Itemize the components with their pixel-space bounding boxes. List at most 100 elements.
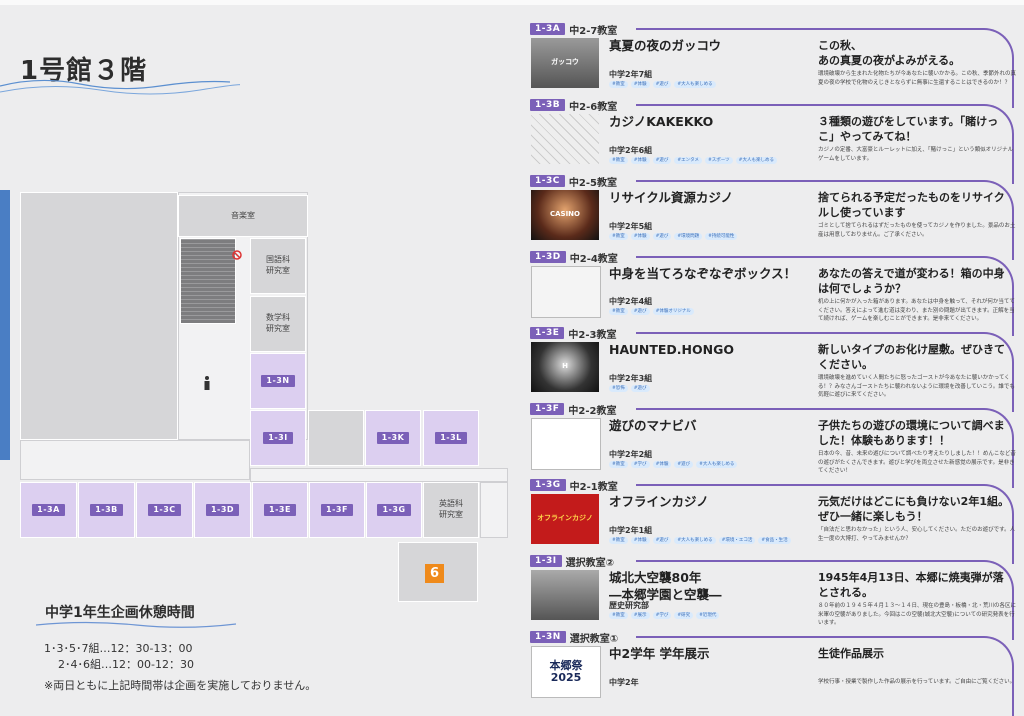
hashtag-chip[interactable]: #体験 <box>630 233 650 241</box>
room-1-3G[interactable]: 1-3G <box>366 482 422 538</box>
room-1-3C[interactable]: 1-3C <box>136 482 193 538</box>
hashtag-chip[interactable]: #体験オリジナル <box>652 308 694 316</box>
entry-chips: #教室 #体験 #遊び #環境問題 #持続可能性 <box>609 233 738 241</box>
entry-header: 1-3G 中2-1教室 <box>530 478 618 493</box>
hashtag-chip[interactable]: #大人も楽しめる <box>696 461 738 469</box>
exhibit-entry[interactable]: 1-3G 中2-1教室 オフラインカジノ オフラインカジノ 中学2年1組 #教室… <box>530 478 1024 564</box>
entry-description: カジノの定番、大富豪とルーレットに加え、「賭けっこ」という類似オリジナルゲームを… <box>818 147 1014 162</box>
room-1-3I[interactable]: 1-3I <box>250 410 306 466</box>
break-line-2: 2･4･6組…12：00-12：30 <box>58 658 194 671</box>
room-tag: 1-3A <box>32 503 65 517</box>
entry-headline: あなたの答えで道が変わる！箱の中身は何でしょうか？ <box>818 267 1005 296</box>
room-1-3K[interactable]: 1-3K <box>365 410 421 466</box>
room-1-3F[interactable]: 1-3F <box>309 482 365 538</box>
hashtag-chip[interactable]: #恐怖 <box>609 385 628 393</box>
hashtag-chip[interactable]: #遊び <box>652 157 672 165</box>
hashtag-chip[interactable]: #遊び <box>652 233 672 241</box>
exhibit-entry[interactable]: 1-3I 選択教室② 城北大空襲80年 ―本郷学園と空襲― 歴史研究部 #教室 #… <box>530 554 1024 640</box>
entry-room: 中2-4教室 <box>569 253 618 265</box>
entry-title: 城北大空襲80年 ―本郷学園と空襲― <box>609 570 722 602</box>
entry-room-tag: 1-3B <box>530 99 566 111</box>
location-marker[interactable]: 6 <box>425 564 444 583</box>
entry-class: 歴史研究部 <box>609 601 649 610</box>
entry-header: 1-3I 選択教室② <box>530 554 614 569</box>
hashtag-chip[interactable]: #持続可能性 <box>705 233 738 241</box>
exhibit-entry[interactable]: 1-3C 中2-5教室 CASINO リサイクル資源カジノ 中学2年5組 #教室… <box>530 174 1024 260</box>
hashtag-chip[interactable]: #大人も楽しめる <box>674 537 716 545</box>
room-tag: 1-3L <box>435 431 467 445</box>
entry-room: 中2-5教室 <box>568 177 617 189</box>
hashtag-chip[interactable]: #教室 <box>609 612 628 620</box>
hashtag-chip[interactable]: #大人も楽しめる <box>735 157 777 165</box>
thumbnail-text: ガッコウ <box>551 58 579 67</box>
hashtag-chip[interactable]: #遊び <box>652 537 672 545</box>
hallway <box>250 468 508 482</box>
entry-thumbnail: オフラインカジノ <box>531 494 599 544</box>
hashtag-chip[interactable]: #遊び <box>630 385 650 393</box>
hashtag-chip[interactable]: #学び <box>652 612 672 620</box>
hashtag-chip[interactable]: #遊び <box>674 461 694 469</box>
hashtag-chip[interactable]: #展示 <box>630 612 650 620</box>
entry-title: リサイクル資源カジノ <box>609 190 734 205</box>
hashtag-chip[interactable]: #学び <box>630 461 650 469</box>
hashtag-chip[interactable]: #環境問題 <box>674 233 703 241</box>
hashtag-chip[interactable]: #体験 <box>652 461 672 469</box>
entry-headline: 捨てられる予定だったものをリサイクルし使っています <box>818 191 1005 220</box>
music-room-label: 音楽室 <box>231 210 255 220</box>
entry-thumbnail: CASINO <box>531 190 599 240</box>
hashtag-chip[interactable]: #大人も楽しめる <box>674 81 716 89</box>
exhibit-entry[interactable]: 1-3D 中2-4教室 中身を当てろなぞなぞボックス！ 中学2年4組 #教室 #遊… <box>530 250 1024 336</box>
hashtag-chip[interactable]: #体験 <box>630 81 650 89</box>
entry-chips: #教室 #遊び #体験オリジナル <box>609 308 694 316</box>
hashtag-chip[interactable]: #体験 <box>630 157 650 165</box>
hashtag-chip[interactable]: #遊び <box>652 81 672 89</box>
exhibit-entry[interactable]: 1-3N 選択教室① 本郷祭 2025 中2学年 学年展示 中学2年 生徒作品展… <box>530 630 1024 716</box>
hashtag-chip[interactable]: #教室 <box>609 461 628 469</box>
entry-chips: #教室 #体験 #遊び #エンタメ #スポーツ #大人も楽しめる <box>609 157 777 165</box>
entry-headline: 子供たちの遊びの環境について調べました！体験もあります！！ <box>818 419 1005 448</box>
hashtag-chip[interactable]: #スポーツ <box>704 157 733 165</box>
entry-room-tag: 1-3D <box>530 251 566 263</box>
hashtag-chip[interactable]: #食品・生活 <box>758 537 791 545</box>
hashtag-chip[interactable]: #体験 <box>630 537 650 545</box>
side-stairs <box>480 482 508 538</box>
hashtag-chip[interactable]: #教室 <box>609 537 628 545</box>
break-note: ※両日ともに上記時間帯は企画を実施しておりません。 <box>44 679 317 692</box>
hashtag-chip[interactable]: #遊び <box>630 308 650 316</box>
thumbnail-text: オフラインカジノ <box>537 514 593 523</box>
entry-headline: 生徒作品展示 <box>818 647 884 660</box>
hashtag-chip[interactable]: #環境・エコ活 <box>718 537 756 545</box>
hashtag-chip[interactable]: #エンタメ <box>674 157 702 165</box>
entry-room: 中2-1教室 <box>569 481 618 493</box>
room-1-3L[interactable]: 1-3L <box>423 410 479 466</box>
entry-room: 選択教室① <box>569 633 619 645</box>
room-1-3N[interactable]: 1-3N <box>250 353 306 409</box>
hashtag-chip[interactable]: #研究 <box>674 612 694 620</box>
room-1-3B[interactable]: 1-3B <box>78 482 135 538</box>
exhibit-entry[interactable]: 1-3E 中2-3教室 H HAUNTED.HONGO 中学2年3組 #恐怖 #遊… <box>530 326 1024 412</box>
room-1-3E[interactable]: 1-3E <box>252 482 308 538</box>
entry-header: 1-3F 中2-2教室 <box>530 402 617 417</box>
music-room: 音楽室 <box>178 195 308 237</box>
top-border <box>0 0 1024 5</box>
exhibit-entry[interactable]: 1-3B 中2-6教室 カジノKAKEKKO 中学2年6組 #教室 #体験 #遊び #… <box>530 98 1024 184</box>
room-tag: 1-3E <box>264 503 296 517</box>
hashtag-chip[interactable]: #教室 <box>609 81 628 89</box>
entry-class: 中学2年4組 <box>609 297 653 306</box>
entry-title: 中2学年 学年展示 <box>609 646 710 661</box>
math-lab: 数学科 研究室 <box>250 296 306 352</box>
break-underline <box>36 621 236 628</box>
room-1-3A[interactable]: 1-3A <box>20 482 77 538</box>
entry-headline: 1945年4月13日、本郷に焼夷弾が落とされる。 <box>818 571 1004 600</box>
entry-header: 1-3N 選択教室① <box>530 630 619 645</box>
entry-headline: 新しいタイプのお化け屋敷。ぜひきてください。 <box>818 343 1005 372</box>
hashtag-chip[interactable]: #近現代 <box>696 612 720 620</box>
hashtag-chip[interactable]: #教室 <box>609 157 628 165</box>
hashtag-chip[interactable]: #教室 <box>609 233 628 241</box>
entry-thumbnail <box>531 570 599 620</box>
room-1-3D[interactable]: 1-3D <box>194 482 251 538</box>
hashtag-chip[interactable]: #教室 <box>609 308 628 316</box>
exhibit-entry[interactable]: 1-3A 中2-7教室 ガッコウ 真夏の夜のガッコウ 中学2年7組 #教室 #体験… <box>530 22 1024 108</box>
exhibit-entry[interactable]: 1-3F 中2-2教室 遊びの マナビバ 遊びのマナビバ 中学2年2組 #教室 #… <box>530 402 1024 488</box>
entry-class: 中学2年1組 <box>609 526 653 535</box>
